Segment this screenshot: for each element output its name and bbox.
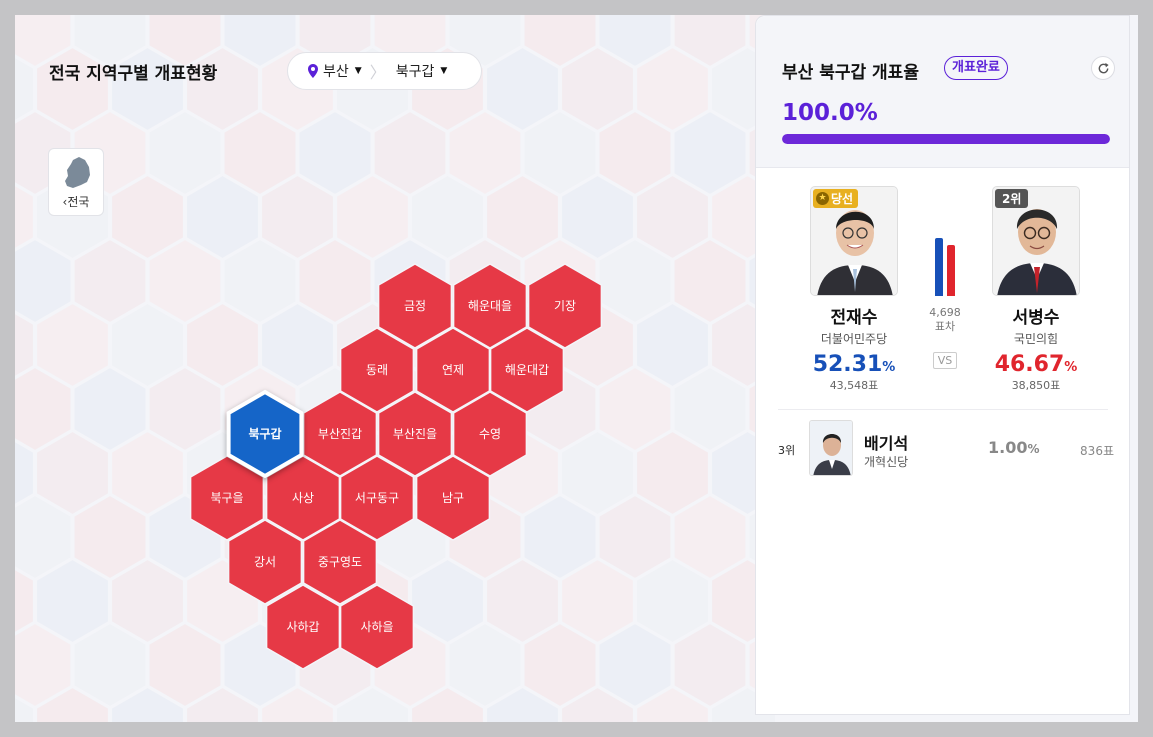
district-label: 금정	[404, 299, 426, 313]
panel-header: 부산 북구갑 개표율 개표완료 100.0%	[756, 16, 1129, 168]
candidate-name: 배기석	[864, 434, 909, 453]
winner-label: 당선	[831, 192, 854, 206]
percent-unit: %	[1027, 442, 1040, 456]
district-hex-map: 금정 해운대을 기장동래 연제 해운대갑부산진갑 부산진을 수영북구을 사상 서구동구 남구강서 중…	[189, 263, 603, 670]
candidate-party: 더불어민주당	[820, 332, 888, 346]
candidate-votes: 38,850표	[1011, 379, 1061, 392]
refresh-button[interactable]	[1091, 56, 1115, 80]
count-progress-fill	[782, 134, 1110, 144]
candidate-photo: 2위	[992, 186, 1080, 296]
comparison-bar-1	[935, 238, 943, 296]
district-label: 부산진을	[393, 427, 437, 441]
panel-title: 부산 북구갑 개표율	[782, 63, 919, 83]
district-label: 북구을	[210, 491, 243, 505]
candidate-photo: ★ 당선	[810, 186, 898, 296]
candidate-percent-value: 52.31	[812, 352, 883, 377]
rank-badge: 2위	[995, 189, 1029, 208]
candidate-photo	[809, 420, 853, 476]
candidate-percent: 1.00%	[988, 438, 1040, 457]
rank-label: 3위	[778, 444, 796, 457]
candidate-votes: 43,548표	[829, 379, 879, 392]
vs-label: VS	[932, 352, 958, 369]
candidate-party: 국민의힘	[1013, 332, 1059, 346]
district-label: 북구갑	[248, 427, 281, 441]
diff-label: 표차	[934, 320, 956, 333]
candidate-card-2[interactable]: 2위 서병수 국민의힘 46.67% 38,850표	[981, 186, 1091, 393]
candidate-party: 개혁신당	[864, 455, 909, 469]
district-label: 연제	[442, 363, 464, 377]
divider	[778, 409, 1108, 410]
candidate-row-3[interactable]: 3위 배기석 개혁신당 1.00% 836표	[778, 420, 1114, 478]
candidate-percent-value: 46.67	[994, 352, 1065, 377]
result-panel: 부산 북구갑 개표율 개표완료 100.0% ★ 당선 전재수 더불어민주당 5…	[755, 15, 1130, 715]
diff-votes: 4,698	[929, 306, 961, 319]
district-label: 해운대을	[468, 299, 512, 313]
district-label: 서구동구	[355, 491, 399, 505]
district-label: 부산진갑	[318, 427, 362, 441]
refresh-icon	[1098, 62, 1109, 73]
district-label: 강서	[254, 555, 276, 569]
percent-unit: %	[882, 360, 896, 375]
winner-badge: ★ 당선	[813, 189, 859, 208]
candidate-percent: 52.31%	[799, 352, 909, 377]
comparison-bar-2	[947, 244, 955, 296]
district-label: 사하갑	[286, 620, 319, 634]
count-progress-bar	[782, 134, 1110, 144]
vote-difference: 4,698 표차 VS	[922, 236, 968, 369]
district-label: 기장	[554, 299, 576, 313]
status-badge: 개표완료	[944, 56, 1008, 80]
candidate-name: 전재수	[830, 308, 878, 328]
district-label: 남구	[442, 491, 464, 505]
district-label: 동래	[366, 363, 388, 377]
district-label: 사상	[292, 491, 314, 505]
district-북구갑[interactable]: 북구갑	[226, 389, 304, 479]
candidate-percent-value: 1.00	[988, 438, 1028, 457]
district-label: 사하을	[360, 620, 393, 634]
star-medal-icon: ★	[816, 192, 829, 205]
district-label: 수영	[479, 427, 501, 441]
candidate-votes: 836표	[1080, 444, 1114, 458]
count-rate-value: 100.0%	[782, 100, 878, 126]
candidate-percent: 46.67%	[981, 352, 1091, 377]
percent-unit: %	[1064, 360, 1078, 375]
candidate-card-1[interactable]: ★ 당선 전재수 더불어민주당 52.31% 43,548표	[799, 186, 909, 393]
district-label: 해운대갑	[505, 363, 549, 377]
candidate-name: 서병수	[1012, 308, 1060, 328]
district-label: 중구영도	[318, 555, 362, 569]
comparison-bars	[922, 236, 968, 296]
